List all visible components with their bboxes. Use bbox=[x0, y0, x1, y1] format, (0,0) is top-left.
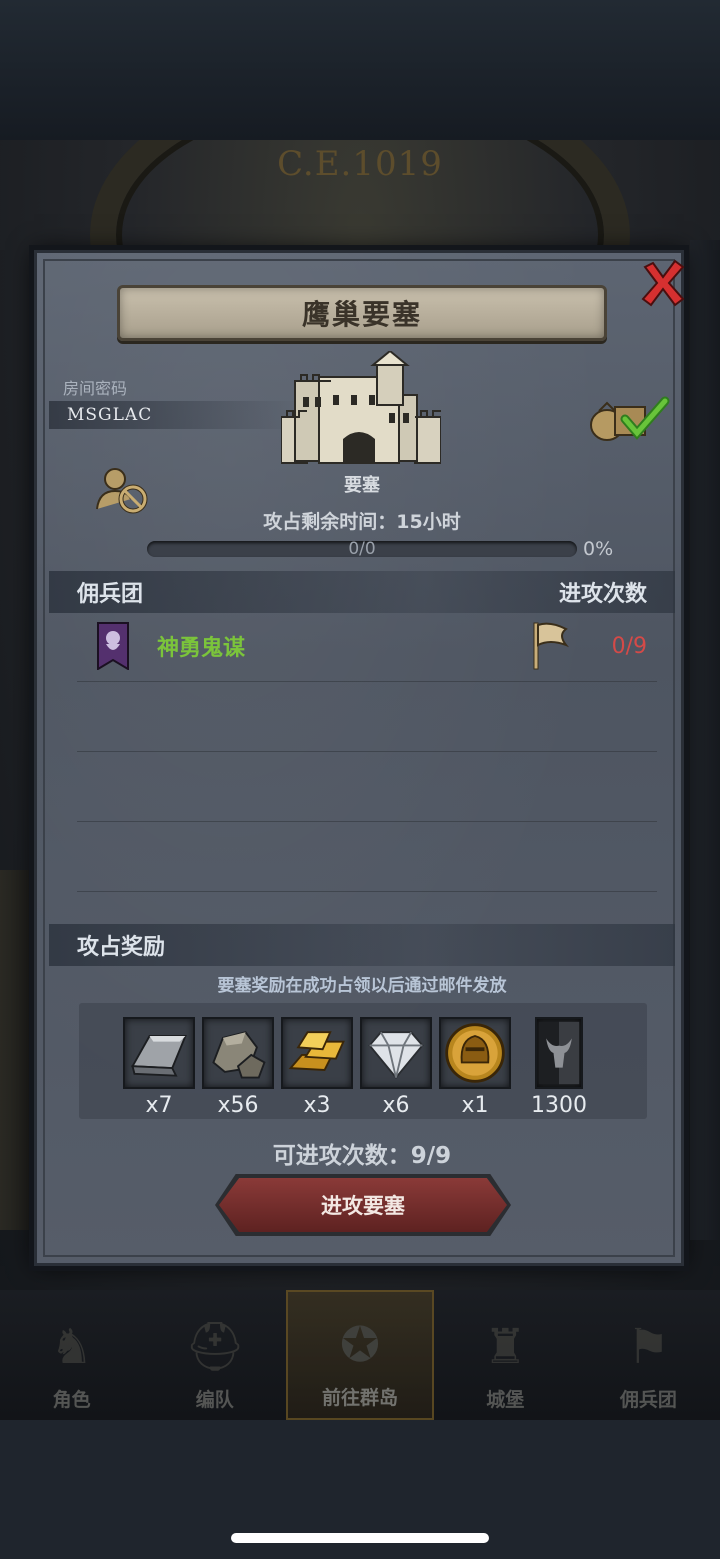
reward-qty-gold: x3 bbox=[303, 1093, 331, 1118]
progress-percent: 0% bbox=[583, 538, 614, 560]
row-divider bbox=[77, 821, 657, 822]
reward-qty-bull-banner: 1300 bbox=[531, 1093, 587, 1118]
reward-section-title: 攻占奖励 bbox=[77, 935, 166, 960]
left-side-panel bbox=[0, 870, 34, 1230]
mercenary-section-title: 佣兵团 bbox=[77, 582, 144, 607]
reward-item-iron[interactable] bbox=[123, 1017, 195, 1089]
close-icon bbox=[641, 259, 685, 307]
row-divider bbox=[77, 891, 657, 892]
knight-icon: ♞ bbox=[50, 1319, 94, 1375]
right-side-panel bbox=[690, 240, 720, 1240]
reward-panel: x7 x56 x3 x6 x1 1300 bbox=[79, 1003, 647, 1119]
diamond-icon bbox=[368, 1031, 424, 1080]
mercenary-attack-count: 0/9 bbox=[611, 633, 647, 659]
nav-label: 角色 bbox=[52, 1389, 91, 1411]
reward-qty-diamond: x6 bbox=[382, 1093, 410, 1118]
attacks-column-header: 进攻次数 bbox=[558, 582, 647, 607]
bottom-navigation: ♞ 角色 ⛑ 编队 ✪ 前往群岛 ♜ 城堡 ⚑ 佣兵团 bbox=[0, 1290, 720, 1420]
flag-icon: ⚑ bbox=[626, 1319, 670, 1375]
castle-icon: ♜ bbox=[483, 1319, 527, 1375]
attack-fortress-button[interactable]: 进攻要塞 bbox=[219, 1178, 507, 1232]
reward-section-header: 攻占奖励 bbox=[49, 924, 675, 966]
attack-flag-icon bbox=[533, 622, 569, 670]
row-divider bbox=[77, 751, 657, 752]
reward-qty-helmet-coin: x1 bbox=[461, 1093, 489, 1118]
nav-label: 前往群岛 bbox=[322, 1387, 399, 1409]
room-code[interactable]: MSGLAC bbox=[67, 405, 152, 425]
status-area bbox=[0, 0, 720, 140]
mercenary-row[interactable]: 神勇鬼谋 0/9 bbox=[49, 613, 675, 679]
progress-count: 0/0 bbox=[348, 539, 376, 559]
guild-banner-icon bbox=[97, 622, 129, 670]
reward-item-bull-banner[interactable] bbox=[535, 1017, 583, 1089]
nav-label: 城堡 bbox=[486, 1389, 525, 1411]
helmet-icon: ⛑ bbox=[184, 1319, 246, 1375]
dialog-title: 鹰巢要塞 bbox=[301, 298, 422, 331]
reward-item-stone[interactable] bbox=[202, 1017, 274, 1089]
calendar-date: C.E.1019 bbox=[277, 144, 443, 184]
title-plaque: 鹰巢要塞 bbox=[117, 285, 607, 341]
reward-qty-stone: x56 bbox=[217, 1093, 259, 1118]
stone-ore-icon bbox=[212, 1031, 266, 1079]
attack-button-label: 进攻要塞 bbox=[321, 1194, 405, 1218]
room-code-bar: MSGLAC bbox=[49, 401, 299, 429]
room-password-label: 房间密码 bbox=[63, 379, 128, 398]
nav-tab-character[interactable]: ♞ 角色 bbox=[0, 1290, 143, 1420]
nav-tab-castle[interactable]: ♜ 城堡 bbox=[434, 1290, 577, 1420]
home-indicator[interactable] bbox=[231, 1533, 489, 1543]
reward-item-diamond[interactable] bbox=[360, 1017, 432, 1089]
fortress-image bbox=[281, 351, 441, 464]
reward-qty-iron: x7 bbox=[145, 1093, 173, 1118]
mercenary-name: 神勇鬼谋 bbox=[157, 636, 246, 661]
nav-label: 佣兵团 bbox=[619, 1389, 677, 1411]
supply-bag-check-icon[interactable] bbox=[585, 391, 671, 443]
compass-icon: ✪ bbox=[339, 1317, 381, 1373]
reward-item-helmet-coin[interactable] bbox=[439, 1017, 511, 1089]
nav-label: 编队 bbox=[195, 1389, 234, 1411]
reward-item-gold[interactable] bbox=[281, 1017, 353, 1089]
remaining-time: 攻占剩余时间：15小时 bbox=[263, 511, 461, 533]
remaining-attempts: 可进攻次数：9/9 bbox=[272, 1143, 452, 1169]
gold-helmet-coin-icon bbox=[445, 1023, 505, 1083]
iron-ingot-icon bbox=[130, 1035, 187, 1077]
reward-note: 要塞奖励在成功占领以后通过邮件发放 bbox=[217, 976, 507, 996]
mercenary-section-header: 佣兵团 进攻次数 bbox=[49, 571, 675, 613]
nav-tab-archipelago[interactable]: ✪ 前往群岛 bbox=[286, 1290, 434, 1420]
row-divider bbox=[77, 681, 657, 682]
nav-tab-formation[interactable]: ⛑ 编队 bbox=[143, 1290, 286, 1420]
nav-tab-mercenary[interactable]: ⚑ 佣兵团 bbox=[577, 1290, 720, 1420]
gold-bars-icon bbox=[288, 1031, 345, 1071]
bull-banner-icon bbox=[538, 1021, 580, 1085]
fortress-dialog: 鹰巢要塞 房间密码 MSGLAC 要塞 攻占剩余时间：15小时 0/0 0% 佣… bbox=[34, 250, 685, 1266]
close-button[interactable] bbox=[637, 255, 689, 311]
